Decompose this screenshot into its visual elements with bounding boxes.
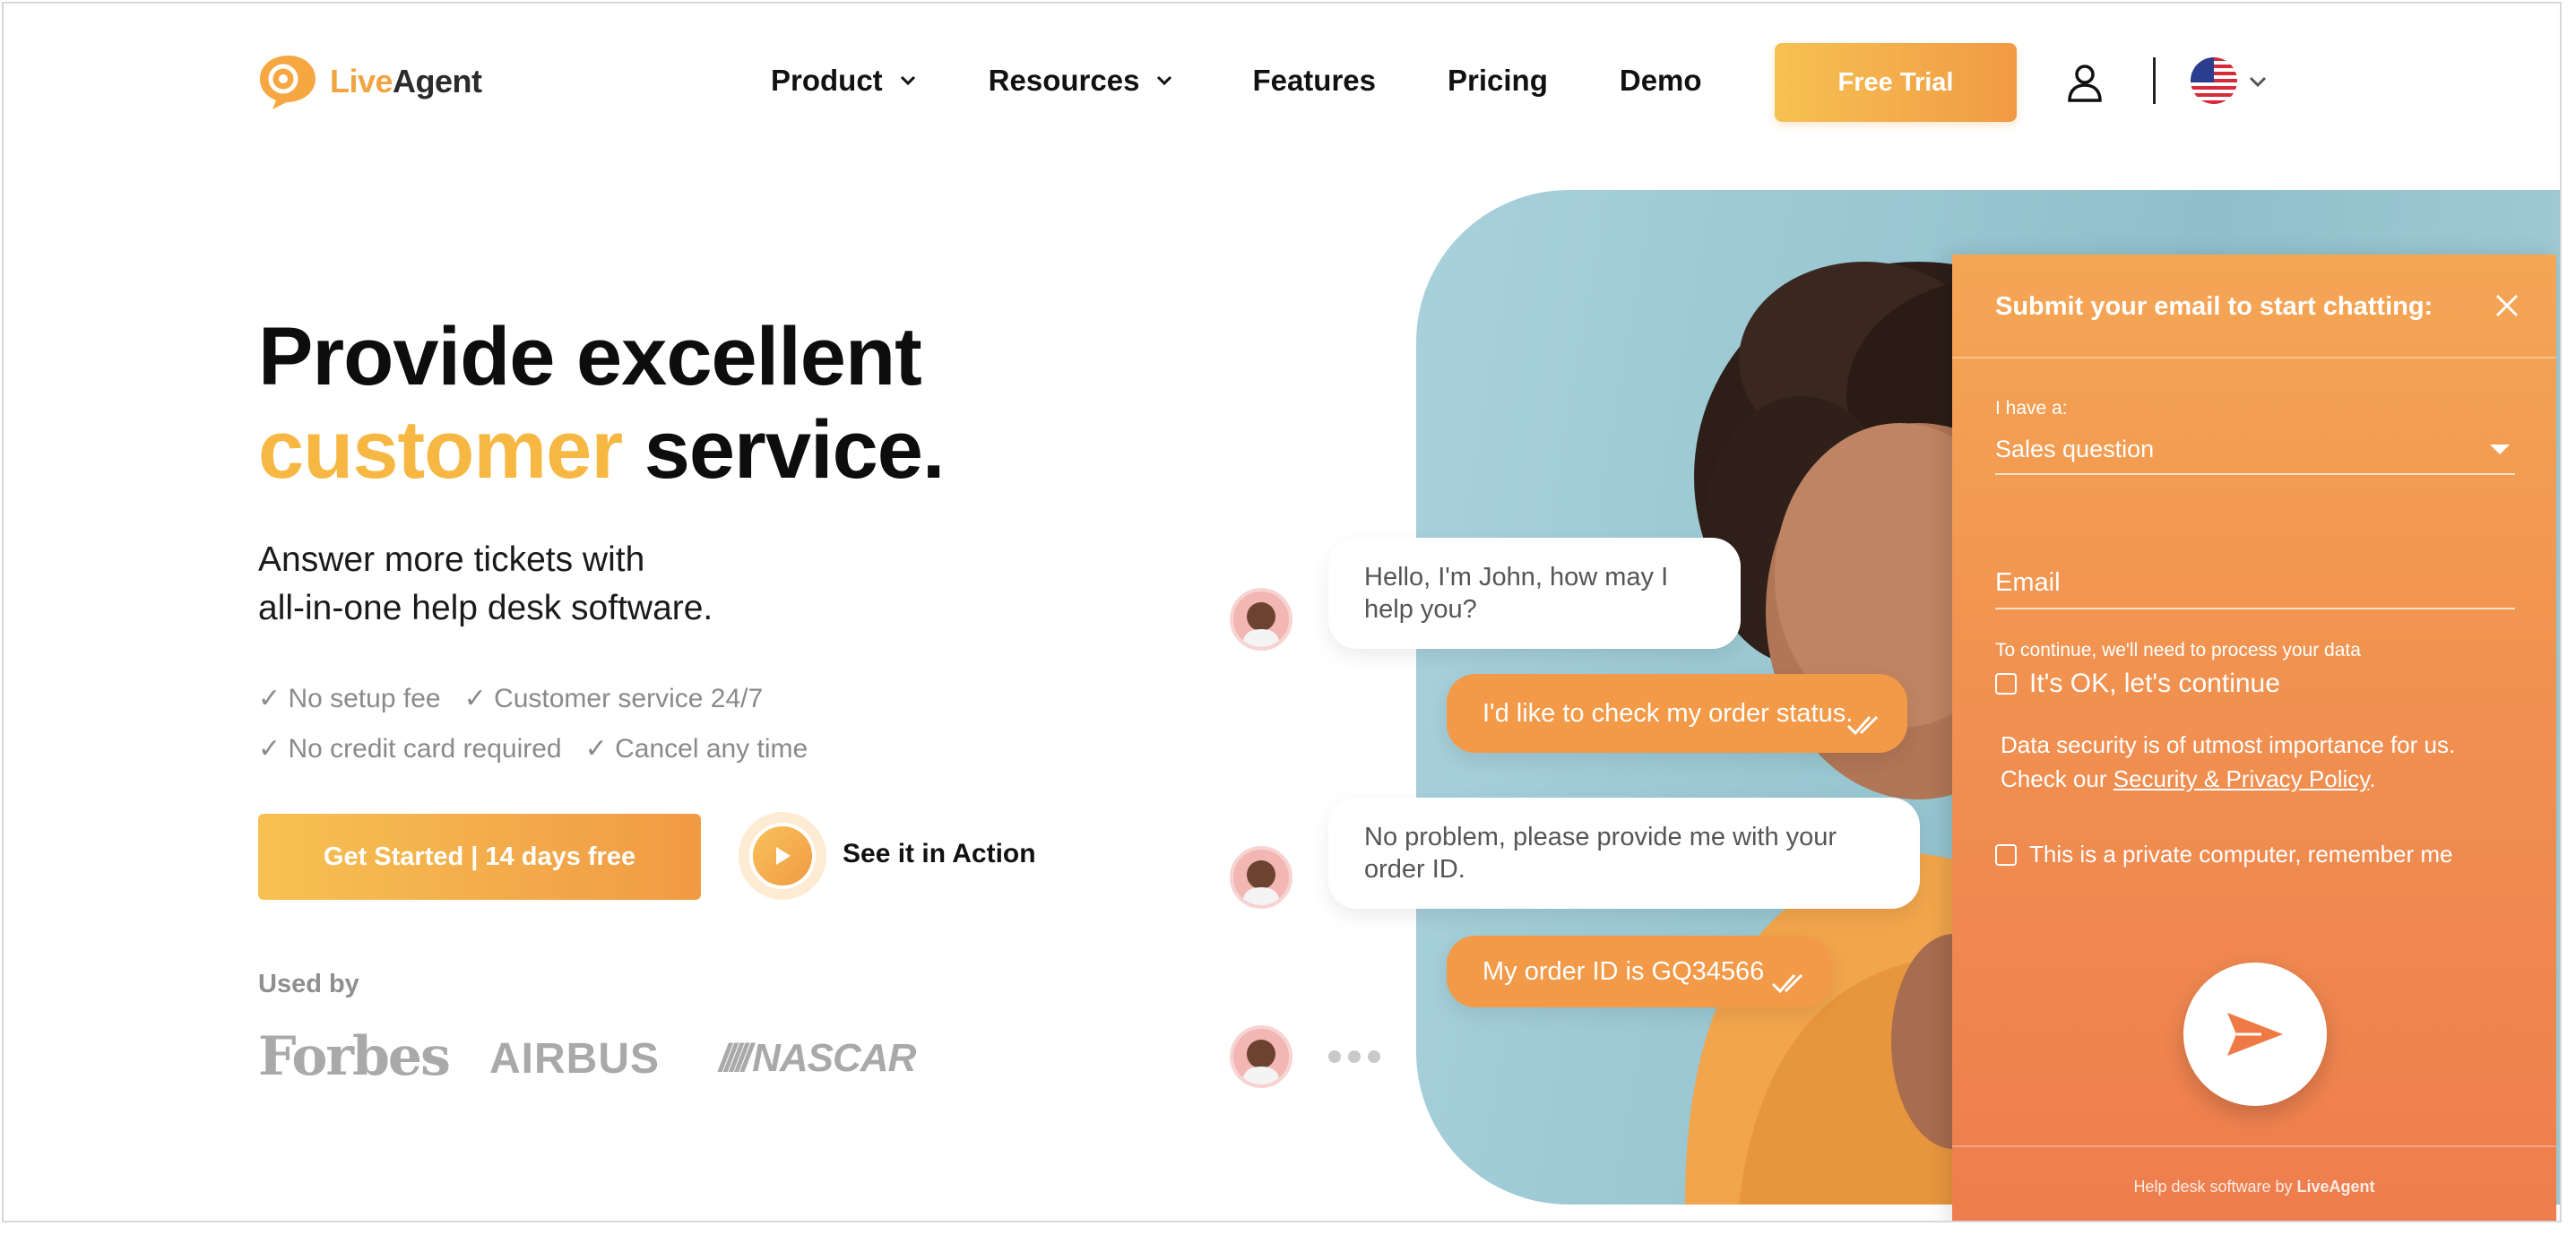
- send-icon: [2227, 1013, 2283, 1056]
- nav-resources-label: Resources: [988, 64, 1140, 97]
- nav-demo-label: Demo: [1619, 64, 1702, 97]
- used-by-label: Used by: [258, 970, 359, 998]
- forbes-logo: Forbes: [258, 1025, 451, 1088]
- play-icon: [749, 823, 816, 889]
- hero-subtitle-line1: Answer more tickets with: [258, 540, 645, 579]
- nav-demo[interactable]: Demo: [1620, 64, 1702, 98]
- nav-product[interactable]: Product: [771, 64, 917, 98]
- check-item: ✓ No credit card required: [258, 734, 562, 764]
- security-text: Data security is of utmost importance fo…: [2001, 728, 2520, 796]
- see-in-action-link[interactable]: See it in Action: [843, 839, 1036, 869]
- airbus-logo: AIRBUS: [489, 1035, 661, 1083]
- email-field[interactable]: Email: [1995, 563, 2515, 609]
- select-value: Sales question: [1995, 436, 2155, 462]
- privacy-policy-link[interactable]: Security & Privacy Policy: [2114, 765, 2370, 792]
- nav-pricing-label: Pricing: [1448, 64, 1548, 97]
- security-prefix: Check our: [2001, 765, 2114, 792]
- email-placeholder: Email: [1995, 568, 2061, 597]
- chat-message-text: I'd like to check my order status.: [1482, 699, 1854, 728]
- widget-title: Submit your email to start chatting:: [1995, 292, 2433, 321]
- free-trial-button[interactable]: Free Trial: [1775, 43, 2017, 122]
- nav-resources[interactable]: Resources: [989, 64, 1174, 98]
- security-line1: Data security is of utmost importance fo…: [2001, 731, 2456, 758]
- nav-features-label: Features: [1252, 64, 1376, 97]
- nav-features[interactable]: Features: [1252, 64, 1376, 98]
- language-chevron-down-icon[interactable]: [2248, 72, 2268, 91]
- liveagent-logo[interactable]: LiveAgent: [256, 50, 482, 113]
- chat-message-agent: No problem, please provide me with your …: [1328, 798, 1920, 909]
- widget-header: Submit your email to start chatting:: [1952, 255, 2556, 358]
- logo-agent-text: Agent: [393, 63, 482, 99]
- check-item: ✓ Cancel any time: [584, 734, 808, 764]
- nav-pricing[interactable]: Pricing: [1448, 64, 1548, 98]
- security-suffix: .: [2369, 765, 2376, 792]
- feature-checklist: ✓ No setup fee ✓ Customer service 24/7 ✓…: [258, 674, 808, 774]
- select-label: I have a:: [1995, 398, 2068, 419]
- page-frame: LiveAgent Product Resources Features Pri…: [2, 2, 2562, 1222]
- send-button[interactable]: [2183, 963, 2327, 1106]
- typing-indicator: [1328, 1050, 1380, 1063]
- question-type-select[interactable]: Sales question: [1995, 428, 2515, 475]
- double-check-icon: [1846, 715, 1879, 736]
- check-item: ✓ No setup fee: [258, 684, 441, 713]
- hero-subtitle-line2: all-in-one help desk software.: [258, 589, 713, 627]
- chevron-down-icon: [900, 75, 915, 86]
- private-computer-label: This is a private computer, remember me: [2029, 841, 2453, 868]
- hero-title-line1: Provide excellent: [258, 311, 922, 402]
- chat-widget: Submit your email to start chatting: I h…: [1952, 255, 2556, 1221]
- agent-avatar: [1230, 1025, 1292, 1088]
- double-check-icon: [1771, 973, 1803, 994]
- user-icon[interactable]: [2067, 63, 2103, 102]
- chat-message-customer: I'd like to check my order status.: [1447, 674, 1907, 753]
- footer-brand-link[interactable]: LiveAgent: [2297, 1178, 2375, 1196]
- close-icon[interactable]: [2494, 292, 2520, 319]
- chevron-down-icon: [1157, 75, 1172, 86]
- dropdown-caret-icon: [2490, 445, 2510, 454]
- chat-message-customer: My order ID is GQ34566: [1447, 936, 1832, 1007]
- agent-avatar: [1230, 588, 1292, 651]
- consent-checkbox[interactable]: [1995, 673, 2017, 695]
- footer-divider: [1952, 1145, 2556, 1147]
- check-item: ✓ Customer service 24/7: [463, 684, 764, 713]
- us-flag-icon[interactable]: [2191, 57, 2237, 104]
- nav-divider: [2153, 57, 2156, 104]
- footer-prefix: Help desk software by: [2133, 1178, 2297, 1196]
- consent-checkbox-row[interactable]: It's OK, let's continue: [1995, 669, 2280, 699]
- widget-footer: Help desk software by LiveAgent: [1952, 1178, 2556, 1196]
- play-video-button[interactable]: [739, 812, 826, 900]
- consent-note: To continue, we'll need to process your …: [1995, 640, 2361, 661]
- hero-subtitle: Answer more tickets with all-in-one help…: [258, 536, 713, 633]
- consent-checkbox-label: It's OK, let's continue: [2029, 669, 2280, 698]
- agent-avatar: [1230, 846, 1292, 909]
- chat-message-text: My order ID is GQ34566: [1482, 957, 1765, 986]
- private-computer-row[interactable]: This is a private computer, remember me: [1995, 841, 2453, 868]
- get-started-button[interactable]: Get Started | 14 days free: [258, 814, 701, 900]
- hero-title: Provide excellent customer service.: [258, 310, 946, 497]
- private-computer-checkbox[interactable]: [1995, 843, 2017, 866]
- nav-product-label: Product: [771, 64, 883, 97]
- logo-live-text: Live: [330, 63, 393, 99]
- nascar-logo: /////NASCAR: [719, 1036, 916, 1080]
- hero-title-accent: customer: [258, 404, 623, 496]
- main-nav: Product Resources Features Pricing Demo: [771, 57, 1702, 104]
- nascar-logo-text: NASCAR: [752, 1036, 916, 1080]
- logo-speech-bubble-icon: [260, 56, 316, 109]
- chat-message-agent: Hello, I'm John, how may I help you?: [1328, 538, 1741, 649]
- hero-title-rest: service.: [644, 404, 946, 496]
